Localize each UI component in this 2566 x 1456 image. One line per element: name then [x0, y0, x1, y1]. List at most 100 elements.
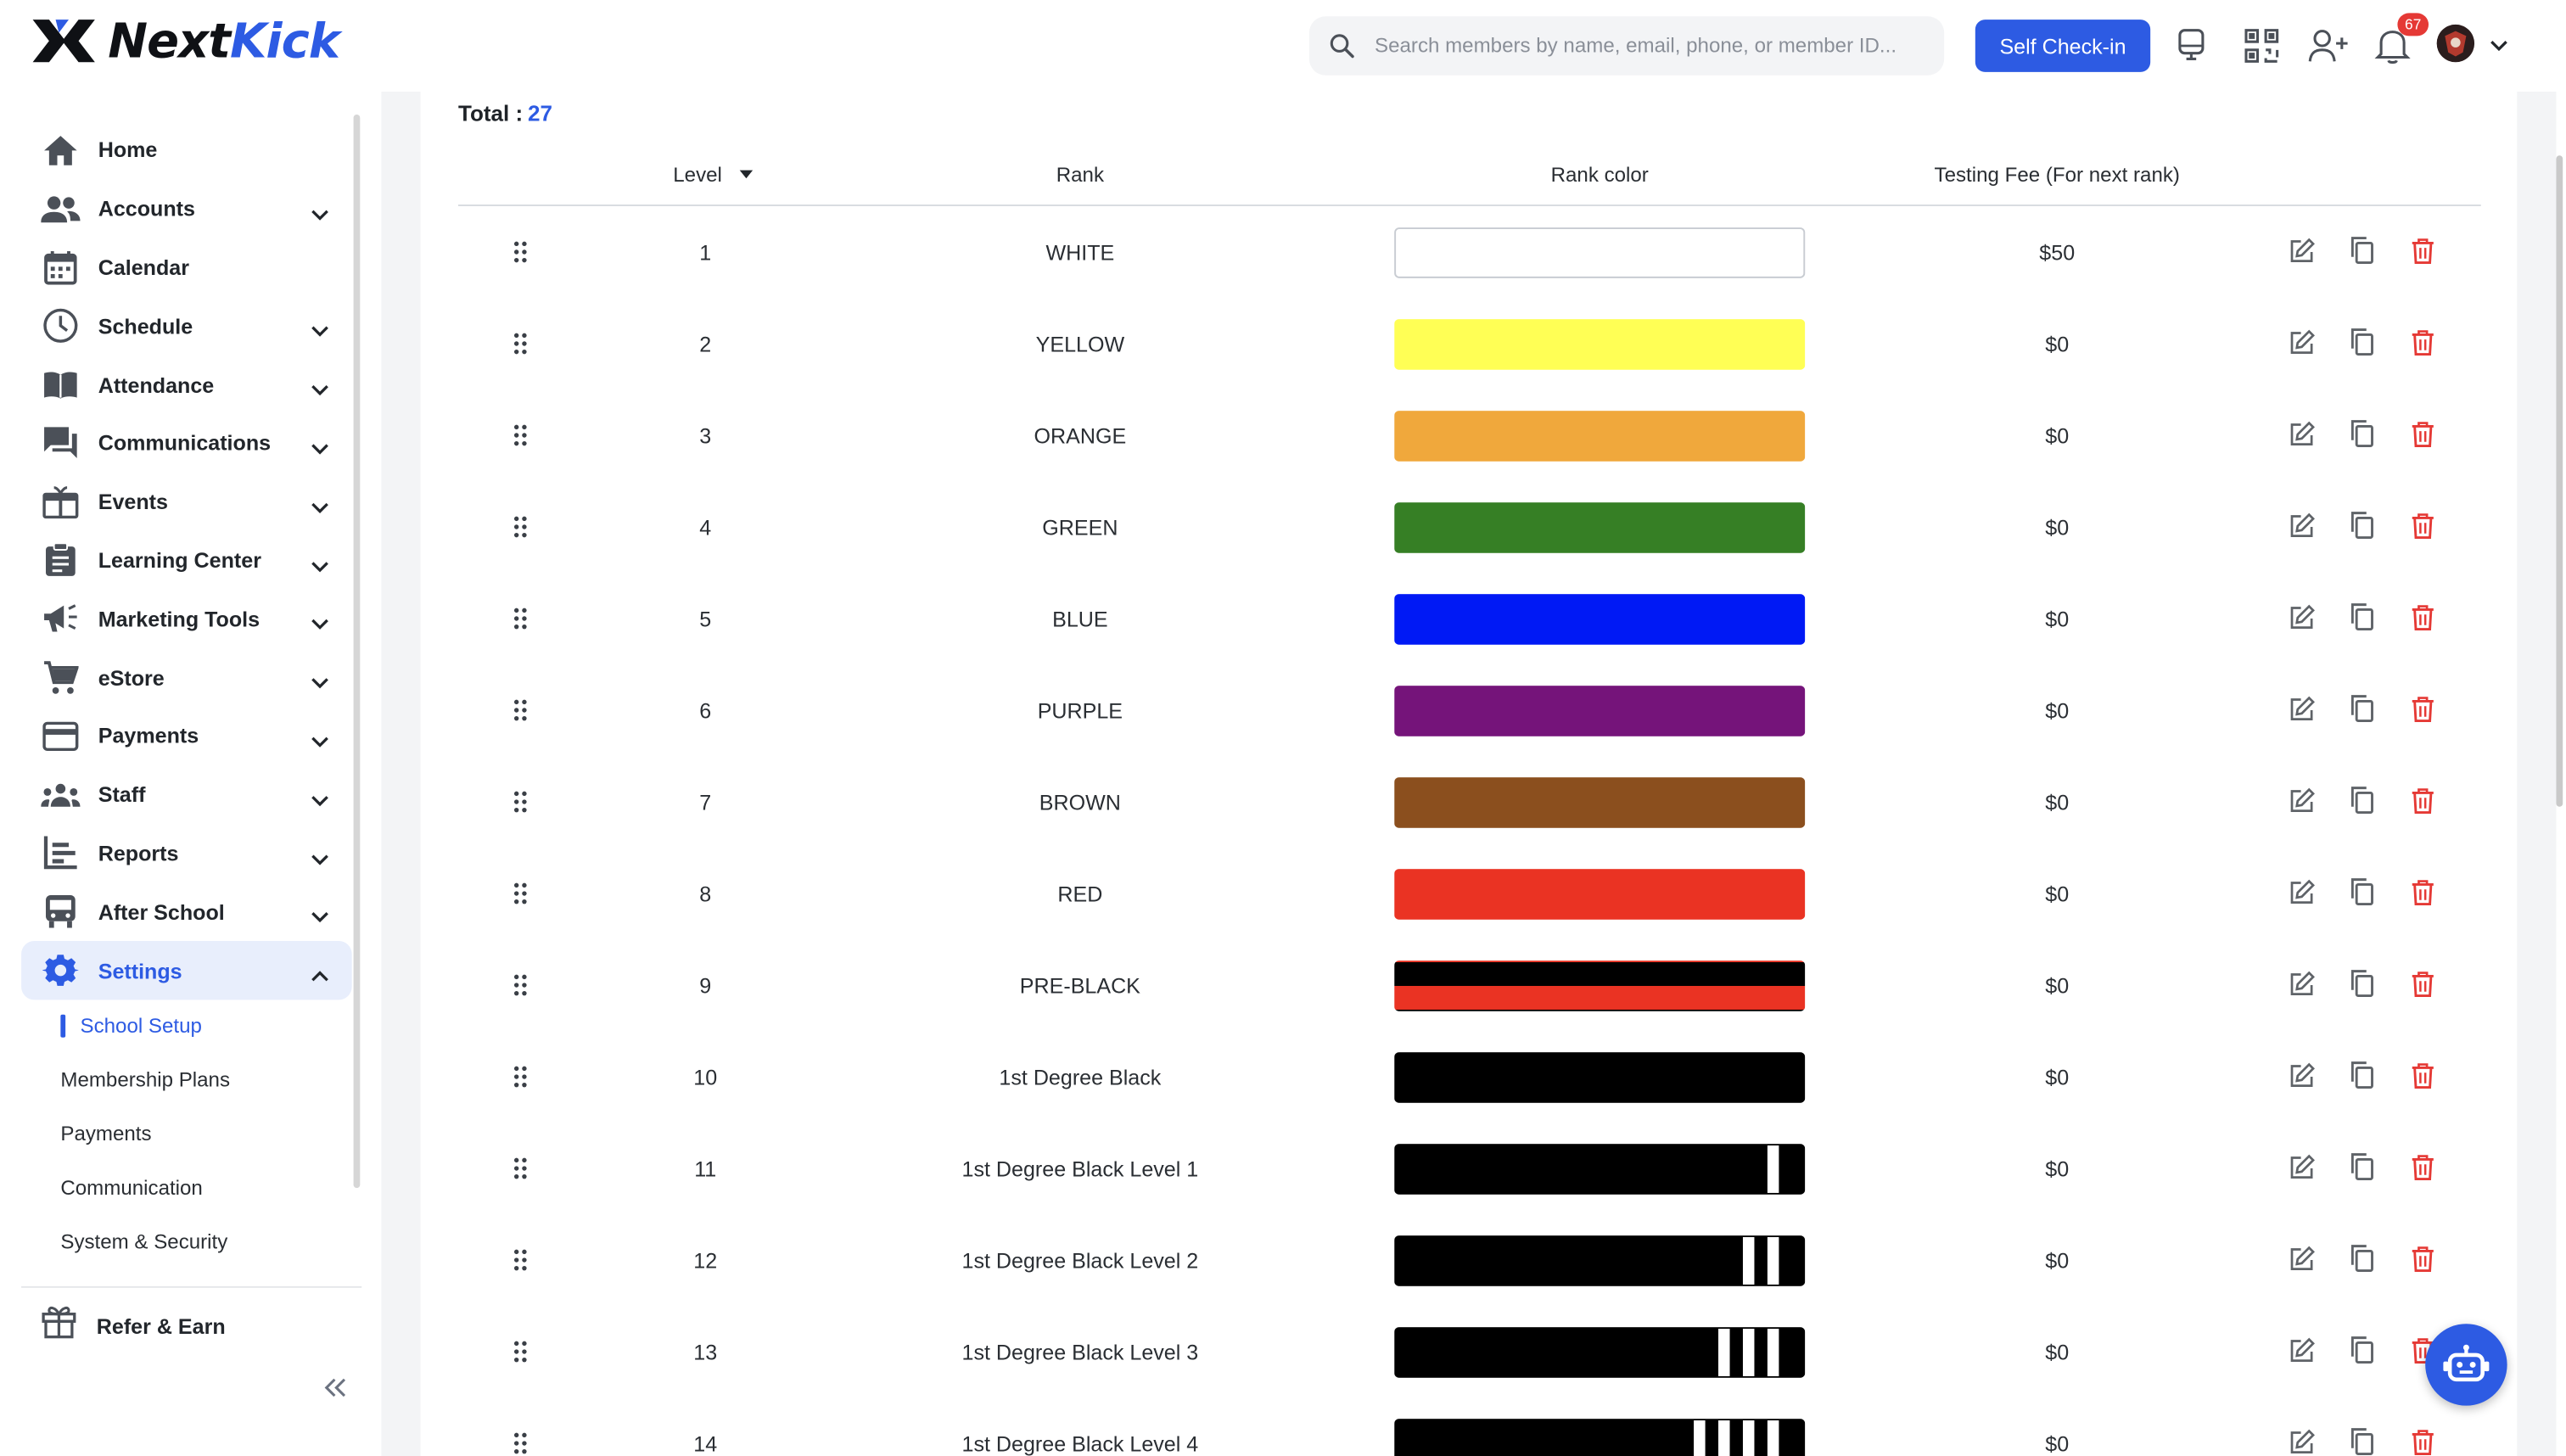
table-row[interactable]: 8 RED $0: [458, 848, 2481, 939]
table-row[interactable]: 3 ORANGE $0: [458, 389, 2481, 481]
table-row[interactable]: 6 PURPLE $0: [458, 664, 2481, 756]
sidebar-item-home[interactable]: Home: [21, 121, 352, 180]
app-logo[interactable]: NextKick: [30, 13, 340, 69]
edit-icon[interactable]: [2283, 507, 2318, 543]
subnav-item-payments[interactable]: Payments: [60, 1106, 355, 1161]
sidebar-item-calendar[interactable]: Calendar: [21, 238, 352, 297]
self-checkin-button[interactable]: Self Check-in: [1975, 20, 2151, 72]
copy-icon[interactable]: [2344, 691, 2379, 726]
column-header-level[interactable]: Level: [664, 164, 763, 187]
drag-handle-icon[interactable]: [504, 1214, 537, 1306]
delete-icon[interactable]: [2404, 1057, 2440, 1093]
page-scrollbar[interactable]: [2556, 155, 2563, 807]
table-row[interactable]: 10 1st Degree Black $0: [458, 1031, 2481, 1123]
drag-handle-icon[interactable]: [504, 1031, 537, 1123]
copy-icon[interactable]: [2344, 507, 2379, 543]
sidebar-item-settings[interactable]: Settings: [21, 941, 352, 1000]
kiosk-icon[interactable]: [2168, 23, 2214, 69]
copy-icon[interactable]: [2344, 324, 2379, 360]
edit-icon[interactable]: [2283, 324, 2318, 360]
drag-handle-icon[interactable]: [504, 1306, 537, 1397]
sidebar-item-accounts[interactable]: Accounts: [21, 180, 352, 238]
drag-handle-icon[interactable]: [504, 939, 537, 1031]
add-user-icon[interactable]: [2305, 23, 2351, 69]
copy-icon[interactable]: [2344, 1240, 2379, 1276]
sidebar-item-payments[interactable]: Payments: [21, 707, 352, 765]
edit-icon[interactable]: [2283, 966, 2318, 1001]
edit-icon[interactable]: [2283, 1424, 2318, 1456]
copy-icon[interactable]: [2344, 1332, 2379, 1368]
search-bar[interactable]: [1308, 16, 1945, 76]
sidebar-item-reports[interactable]: Reports: [21, 824, 352, 882]
chatbot-button[interactable]: [2425, 1324, 2507, 1406]
copy-icon[interactable]: [2344, 599, 2379, 635]
sidebar-item-learning-center[interactable]: Learning Center: [21, 531, 352, 590]
table-row[interactable]: 9 PRE-BLACK $0: [458, 939, 2481, 1031]
drag-handle-icon[interactable]: [504, 298, 537, 389]
sidebar-item-marketing-tools[interactable]: Marketing Tools: [21, 590, 352, 648]
table-row[interactable]: 13 1st Degree Black Level 3 $0: [458, 1306, 2481, 1397]
subnav-item-school-setup[interactable]: School Setup: [60, 998, 355, 1052]
delete-icon[interactable]: [2404, 966, 2440, 1001]
sidebar-item-events[interactable]: Events: [21, 473, 352, 531]
sidebar-item-schedule[interactable]: Schedule: [21, 297, 352, 356]
delete-icon[interactable]: [2404, 507, 2440, 543]
delete-icon[interactable]: [2404, 324, 2440, 360]
drag-handle-icon[interactable]: [504, 1123, 537, 1214]
delete-icon[interactable]: [2404, 782, 2440, 818]
delete-icon[interactable]: [2404, 1149, 2440, 1184]
delete-icon[interactable]: [2404, 874, 2440, 910]
table-row[interactable]: 11 1st Degree Black Level 1 $0: [458, 1123, 2481, 1214]
sidebar-item-estore[interactable]: eStore: [21, 648, 352, 707]
sidebar-item-staff[interactable]: Staff: [21, 765, 352, 824]
subnav-item-membership-plans[interactable]: Membership Plans: [60, 1052, 355, 1106]
drag-handle-icon[interactable]: [504, 481, 537, 573]
copy-icon[interactable]: [2344, 1424, 2379, 1456]
edit-icon[interactable]: [2283, 1332, 2318, 1368]
delete-icon[interactable]: [2404, 599, 2440, 635]
edit-icon[interactable]: [2283, 874, 2318, 910]
copy-icon[interactable]: [2344, 232, 2379, 268]
edit-icon[interactable]: [2283, 782, 2318, 818]
table-row[interactable]: 1 WHITE $50: [458, 206, 2481, 298]
drag-handle-icon[interactable]: [504, 848, 537, 939]
table-row[interactable]: 2 YELLOW $0: [458, 298, 2481, 389]
subnav-item-system-security[interactable]: System & Security: [60, 1215, 355, 1269]
refer-and-earn-link[interactable]: Refer & Earn: [41, 1306, 226, 1345]
avatar[interactable]: [2436, 24, 2475, 63]
edit-icon[interactable]: [2283, 691, 2318, 726]
delete-icon[interactable]: [2404, 1240, 2440, 1276]
copy-icon[interactable]: [2344, 416, 2379, 451]
drag-handle-icon[interactable]: [504, 756, 537, 848]
edit-icon[interactable]: [2283, 1149, 2318, 1184]
edit-icon[interactable]: [2283, 232, 2318, 268]
delete-icon[interactable]: [2404, 416, 2440, 451]
drag-handle-icon[interactable]: [504, 389, 537, 481]
edit-icon[interactable]: [2283, 599, 2318, 635]
chevron-down-icon[interactable]: [2483, 23, 2516, 69]
edit-icon[interactable]: [2283, 416, 2318, 451]
table-row[interactable]: 14 1st Degree Black Level 4 $0: [458, 1397, 2481, 1456]
copy-icon[interactable]: [2344, 1057, 2379, 1093]
table-row[interactable]: 12 1st Degree Black Level 2 $0: [458, 1214, 2481, 1306]
edit-icon[interactable]: [2283, 1240, 2318, 1276]
copy-icon[interactable]: [2344, 966, 2379, 1001]
delete-icon[interactable]: [2404, 232, 2440, 268]
sidebar-item-attendance[interactable]: Attendance: [21, 356, 352, 414]
table-row[interactable]: 4 GREEN $0: [458, 481, 2481, 573]
qr-code-icon[interactable]: [2238, 23, 2284, 69]
collapse-sidebar-icon[interactable]: [322, 1376, 352, 1406]
delete-icon[interactable]: [2404, 1424, 2440, 1456]
drag-handle-icon[interactable]: [504, 573, 537, 664]
sidebar-item-after-school[interactable]: After School: [21, 882, 352, 941]
copy-icon[interactable]: [2344, 1149, 2379, 1184]
drag-handle-icon[interactable]: [504, 664, 537, 756]
drag-handle-icon[interactable]: [504, 206, 537, 298]
edit-icon[interactable]: [2283, 1057, 2318, 1093]
drag-handle-icon[interactable]: [504, 1397, 537, 1456]
sidebar-item-communications[interactable]: Communications: [21, 414, 352, 473]
copy-icon[interactable]: [2344, 874, 2379, 910]
subnav-item-communication[interactable]: Communication: [60, 1161, 355, 1215]
search-input[interactable]: [1375, 34, 1915, 58]
copy-icon[interactable]: [2344, 782, 2379, 818]
